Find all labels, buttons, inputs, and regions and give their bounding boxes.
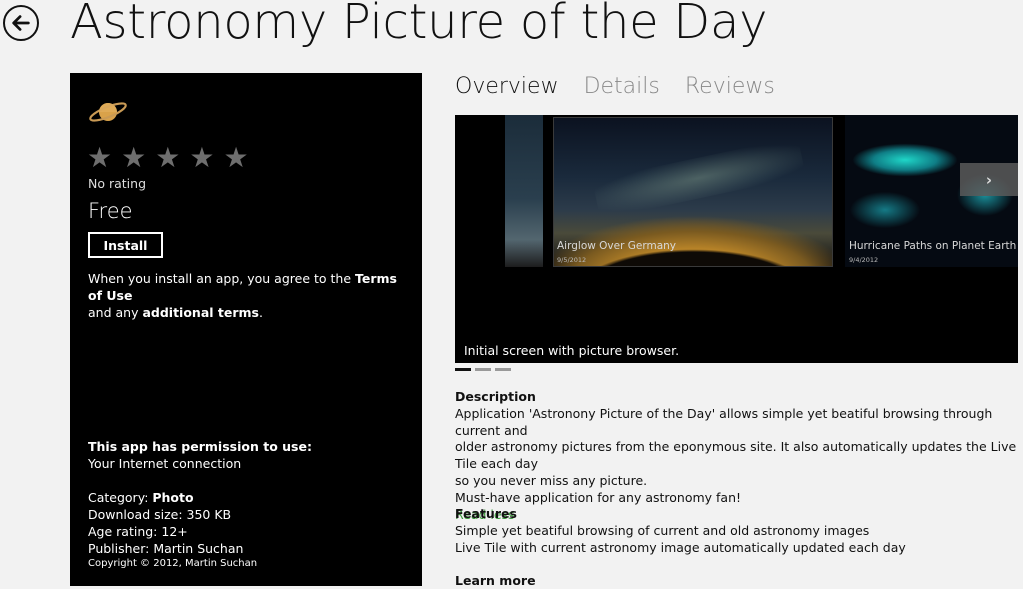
- install-button[interactable]: Install: [88, 232, 163, 258]
- price: Free: [88, 199, 133, 223]
- page-title: Astronomy Picture of the Day: [70, 0, 768, 50]
- back-button[interactable]: [3, 5, 39, 41]
- terms-text-part: .: [258, 305, 263, 320]
- chevron-right-icon[interactable]: ›: [960, 163, 1018, 196]
- learn-more-title: Learn more: [455, 573, 536, 588]
- thumbnail-title: Hurricane Paths on Planet Earth: [849, 240, 1017, 252]
- category: Category: Photo: [88, 489, 243, 506]
- learn-more-section: Learn more: [455, 573, 1020, 589]
- thumbnail-date: 9/4/2012: [849, 256, 879, 264]
- copyright: Copyright © 2012, Martin Suchan: [88, 558, 258, 569]
- carousel-indicator[interactable]: [495, 368, 511, 371]
- back-arrow-icon: [12, 15, 30, 31]
- feature-item: Live Tile with current astronomy image a…: [455, 539, 906, 555]
- app-screenshot[interactable]: Airglow Over Germany 9/5/2012 Hurricane …: [455, 115, 1018, 363]
- star-icon: ★: [121, 141, 147, 174]
- description-line: Application 'Astronony Picture of the Da…: [455, 405, 993, 438]
- category-value: Photo: [152, 490, 194, 505]
- tab-bar: Overview Details Reviews: [455, 74, 775, 99]
- age-rating: Age rating: 12+: [88, 524, 188, 539]
- category-label: Category:: [88, 490, 153, 505]
- description-line: so you never miss any picture.: [455, 472, 648, 488]
- feature-item: Simple yet beatiful browsing of current …: [455, 522, 870, 538]
- thumbnail-date: 9/5/2012: [557, 256, 587, 264]
- thumbnail-title: Airglow Over Germany: [557, 240, 677, 252]
- star-icon: ★: [155, 141, 181, 174]
- features-section: Features Simple yet beatiful browsing of…: [455, 506, 1020, 556]
- carousel-indicator[interactable]: [475, 368, 491, 371]
- rating-stars: ★ ★ ★ ★ ★: [87, 143, 249, 173]
- description-line: Must-have application for any astronomy …: [455, 489, 742, 505]
- app-metadata: Category: Photo Download size: 350 KB Ag…: [88, 489, 243, 557]
- saturn-app-icon: [89, 102, 127, 122]
- carousel-indicators: [455, 368, 511, 371]
- thumbnail-previous: [505, 115, 543, 267]
- star-icon: ★: [189, 141, 215, 174]
- screenshot-caption: Initial screen with picture browser.: [464, 343, 680, 358]
- app-info-panel: ★ ★ ★ ★ ★ No rating Free Install When yo…: [70, 73, 422, 586]
- carousel-indicator[interactable]: [455, 368, 471, 371]
- additional-terms-link[interactable]: additional terms: [142, 305, 259, 320]
- rating-text: No rating: [88, 176, 147, 191]
- tab-overview[interactable]: Overview: [455, 74, 559, 99]
- download-size: Download size: 350 KB: [88, 507, 232, 522]
- milky-way-glow: [592, 136, 806, 220]
- star-icon: ★: [223, 141, 249, 174]
- description-line: older astronomy pictures from the eponym…: [455, 439, 1017, 472]
- terms-text-part: and any: [88, 305, 143, 320]
- features-title: Features: [455, 506, 517, 521]
- description-title: Description: [455, 389, 536, 404]
- publisher: Publisher: Martin Suchan: [88, 541, 244, 556]
- tab-reviews[interactable]: Reviews: [685, 74, 775, 99]
- terms-text-part: When you install an app, you agree to th…: [88, 271, 355, 286]
- description-section: Description Application 'Astronony Pictu…: [455, 389, 1020, 523]
- terms-text: When you install an app, you agree to th…: [88, 270, 413, 321]
- permission-title: This app has permission to use:: [88, 439, 312, 454]
- tab-details[interactable]: Details: [584, 74, 660, 99]
- permission-item: Your Internet connection: [88, 456, 242, 471]
- star-icon: ★: [87, 141, 113, 174]
